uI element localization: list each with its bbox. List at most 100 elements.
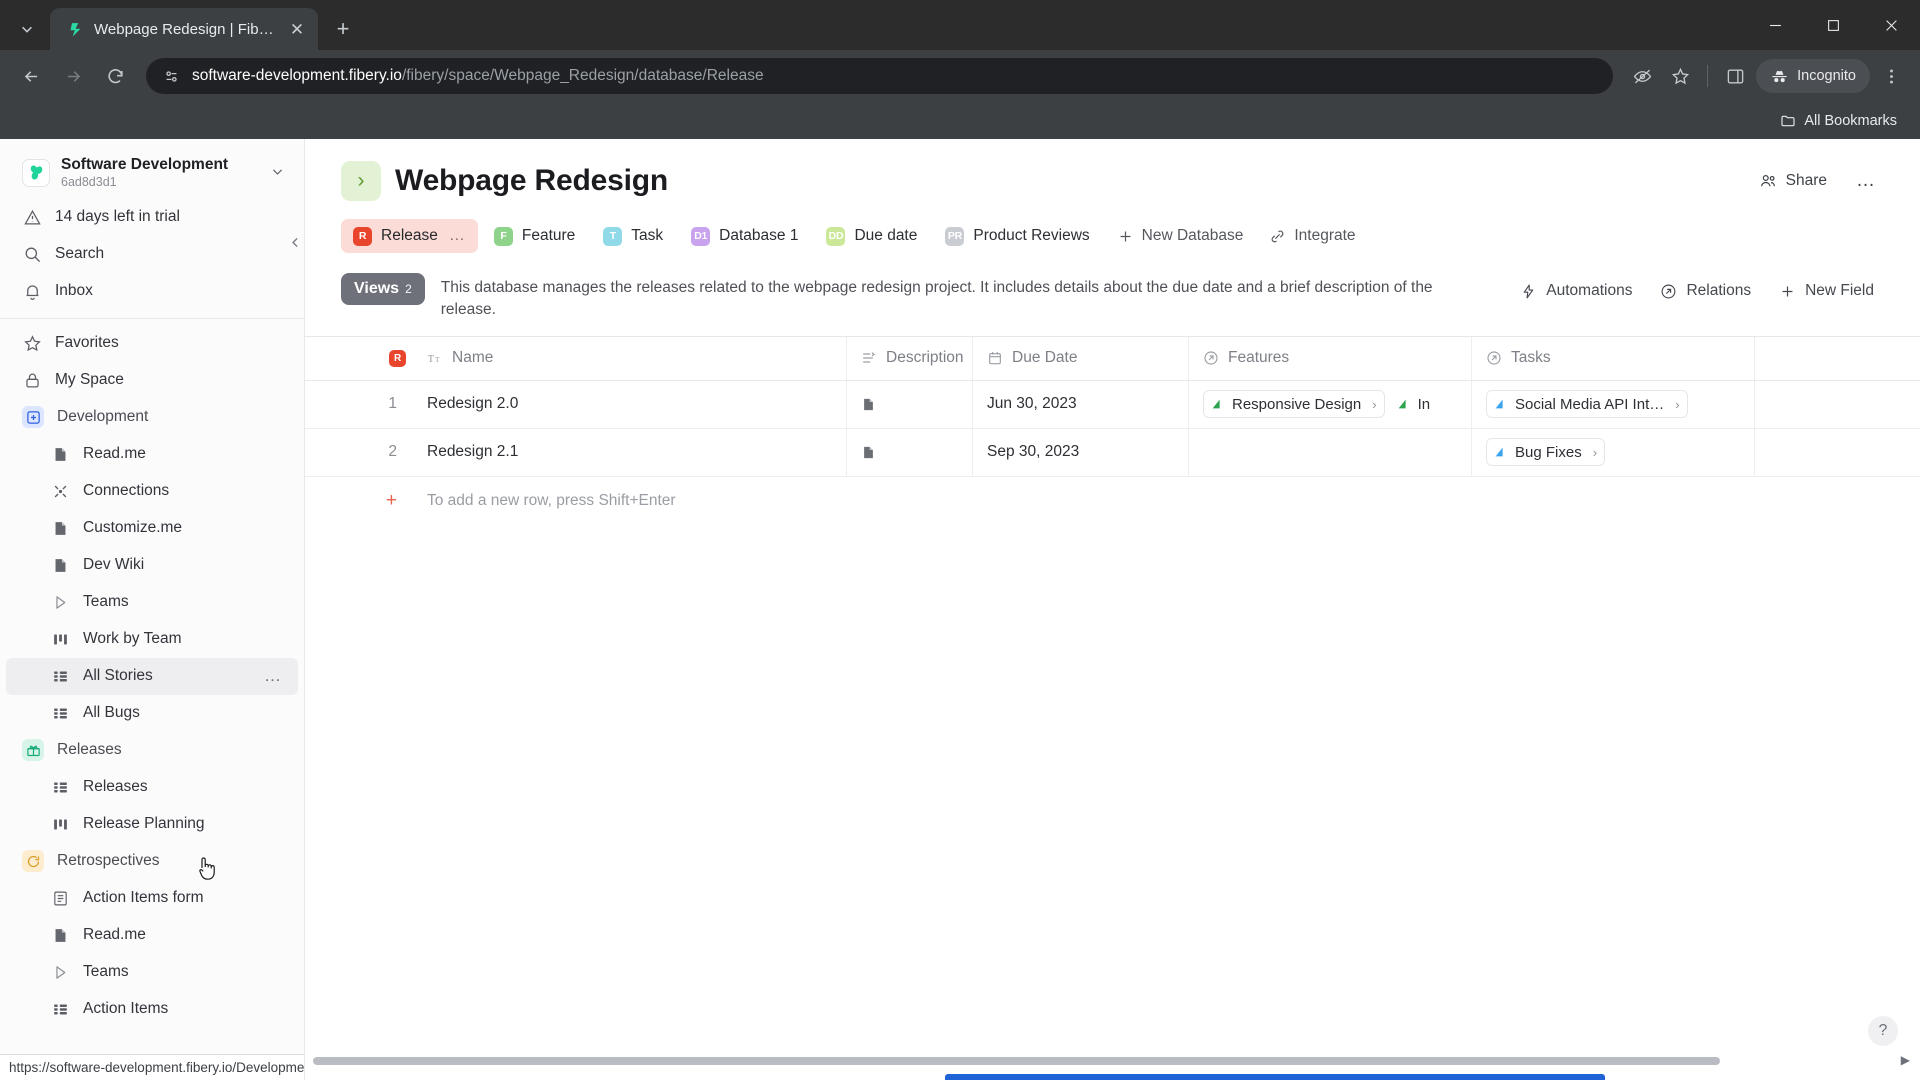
- maximize-button[interactable]: [1804, 4, 1862, 46]
- new-tab-button[interactable]: +: [326, 12, 360, 46]
- sidebar-item-connections[interactable]: Connections: [6, 473, 298, 510]
- side-panel-icon[interactable]: [1718, 59, 1752, 93]
- sidebar-item-work-by-team[interactable]: Work by Team: [6, 621, 298, 658]
- scrollbar-track[interactable]: ▶: [313, 1053, 1912, 1067]
- scrollbar-thumb[interactable]: [313, 1057, 1721, 1065]
- horizontal-scrollbar[interactable]: ▶: [305, 1053, 1920, 1067]
- sidebar-item-action-items-form[interactable]: Action Items form: [6, 880, 298, 917]
- chip-open-icon[interactable]: ›: [1369, 397, 1379, 412]
- add-row[interactable]: + To add a new row, press Shift+Enter: [305, 477, 1920, 525]
- cell-tasks[interactable]: Bug Fixes ›: [1472, 428, 1755, 476]
- tab-task[interactable]: T Task: [591, 219, 675, 253]
- row-more-icon[interactable]: …: [262, 667, 284, 684]
- relation-chip[interactable]: Responsive Design ›: [1203, 390, 1385, 419]
- share-people-icon: [1760, 175, 1775, 187]
- close-window-button[interactable]: [1862, 4, 1920, 46]
- all-bookmarks-button[interactable]: All Bookmarks: [1771, 108, 1906, 134]
- sidebar-item-release-planning[interactable]: Release Planning: [6, 806, 298, 843]
- cell-name[interactable]: Redesign 2.1: [413, 428, 847, 476]
- sidebar-item-search[interactable]: Search: [6, 236, 298, 273]
- chevron-down-icon[interactable]: [271, 165, 284, 181]
- grid-icon: [50, 666, 70, 686]
- flag-icon: [1398, 400, 1406, 409]
- tab-more-icon[interactable]: …: [449, 228, 466, 244]
- browser-tab[interactable]: Webpage Redesign | Fibery ✕: [50, 8, 318, 50]
- sidebar-space-development[interactable]: Development: [6, 399, 298, 436]
- header-cell-tasks[interactable]: Tasks: [1472, 336, 1755, 380]
- sidebar-item-action-items[interactable]: Action Items: [6, 991, 298, 1028]
- close-icon[interactable]: ✕: [286, 18, 308, 40]
- tab-due-date[interactable]: DD Due date: [814, 219, 929, 253]
- sidebar-item-read-me[interactable]: Read.me: [6, 436, 298, 473]
- relation-chip[interactable]: Bug Fixes ›: [1486, 438, 1606, 467]
- header-cell-description[interactable]: Description: [847, 336, 973, 380]
- table-row[interactable]: 1 Redesign 2.0 Jun 30, 2023 Responsive D…: [305, 380, 1920, 429]
- workspace-switcher[interactable]: Software Development 6ad8d3d1: [6, 149, 298, 197]
- views-badge[interactable]: Views 2: [341, 273, 425, 305]
- new-field-button[interactable]: New Field: [1767, 274, 1886, 308]
- tab-release[interactable]: R Release …: [341, 219, 478, 253]
- help-button[interactable]: ?: [1868, 1016, 1898, 1046]
- header-cell-features[interactable]: Features: [1189, 336, 1472, 380]
- sidebar-item-inbox[interactable]: Inbox: [6, 273, 298, 310]
- table-row[interactable]: 2 Redesign 2.1 Sep 30, 2023 Bug Fixes ›: [305, 428, 1920, 477]
- site-settings-icon[interactable]: [160, 65, 182, 87]
- cell-name[interactable]: Redesign 2.0: [413, 380, 847, 428]
- add-row-plus-icon[interactable]: +: [305, 490, 413, 512]
- reload-button[interactable]: [96, 57, 134, 95]
- sidebar-item-teams[interactable]: Teams: [6, 584, 298, 621]
- cell-due-date[interactable]: Sep 30, 2023: [973, 428, 1189, 476]
- header-cell-name[interactable]: TT Name: [413, 336, 847, 380]
- relation-chip-overflow[interactable]: In: [1393, 390, 1435, 419]
- url-host: software-development.fibery.io: [192, 67, 402, 84]
- flag-icon: [1495, 448, 1503, 457]
- sidebar-item-retro-teams[interactable]: Teams: [6, 954, 298, 991]
- sidebar-item-retro-read-me[interactable]: Read.me: [6, 917, 298, 954]
- tab-feature[interactable]: F Feature: [482, 219, 587, 253]
- tab-search-icon[interactable]: [10, 12, 44, 46]
- sidebar-item-all-bugs[interactable]: All Bugs: [6, 695, 298, 732]
- sidebar-item-dev-wiki[interactable]: Dev Wiki: [6, 547, 298, 584]
- sidebar-collapse-button[interactable]: [285, 225, 304, 259]
- sidebar-item-my-space[interactable]: My Space: [6, 362, 298, 399]
- cell-description[interactable]: [847, 428, 973, 476]
- cell-features[interactable]: Responsive Design › In: [1189, 380, 1472, 428]
- share-button[interactable]: Share: [1747, 164, 1839, 198]
- sidebar-item-all-stories[interactable]: All Stories …: [6, 657, 298, 695]
- bookmark-star-icon[interactable]: [1663, 59, 1697, 93]
- sidebar-item-favorites[interactable]: Favorites: [6, 325, 298, 362]
- header-label: Due Date: [1012, 349, 1078, 367]
- tab-product-reviews[interactable]: PR Product Reviews: [933, 219, 1101, 253]
- integrate-button[interactable]: Integrate: [1258, 219, 1366, 253]
- relations-button[interactable]: Relations: [1648, 274, 1763, 308]
- minimize-button[interactable]: [1746, 4, 1804, 46]
- row-number: 2: [388, 443, 397, 461]
- new-database-button[interactable]: New Database: [1106, 219, 1255, 253]
- sidebar-space-retrospectives[interactable]: Retrospectives: [6, 843, 298, 880]
- cell-due-date[interactable]: Jun 30, 2023: [973, 380, 1189, 428]
- tab-database-1[interactable]: D1 Database 1: [679, 219, 810, 253]
- forward-button[interactable]: [54, 57, 92, 95]
- cell-description[interactable]: [847, 380, 973, 428]
- third-party-cookie-icon[interactable]: [1625, 59, 1659, 93]
- automations-button[interactable]: Automations: [1508, 274, 1644, 308]
- incognito-indicator[interactable]: Incognito: [1756, 59, 1870, 93]
- sidebar-item-releases[interactable]: Releases: [6, 769, 298, 806]
- page-more-button[interactable]: …: [1845, 164, 1886, 198]
- chip-open-icon[interactable]: ›: [1672, 397, 1682, 412]
- sidebar-item-trial[interactable]: 14 days left in trial: [6, 199, 298, 236]
- address-bar[interactable]: software-development.fibery.io/fibery/sp…: [146, 58, 1614, 94]
- scroll-right-icon[interactable]: ▶: [1901, 1053, 1910, 1067]
- back-button[interactable]: [12, 57, 50, 95]
- sidebar-item-label: Teams: [83, 593, 129, 611]
- relation-chip[interactable]: Social Media API Int… ›: [1486, 390, 1688, 419]
- header-cell-due-date[interactable]: Due Date: [973, 336, 1189, 380]
- chrome-menu-icon[interactable]: [1874, 59, 1908, 93]
- cell-tasks[interactable]: Social Media API Int… ›: [1472, 380, 1755, 428]
- sidebar-item-customize-me[interactable]: Customize.me: [6, 510, 298, 547]
- database-tabs: R Release … F Feature T Task D1 Database…: [341, 219, 1886, 257]
- chip-open-icon[interactable]: ›: [1590, 445, 1600, 460]
- page-emoji-icon[interactable]: ›: [341, 161, 381, 201]
- cell-features[interactable]: [1189, 428, 1472, 476]
- sidebar-space-releases[interactable]: Releases: [6, 732, 298, 769]
